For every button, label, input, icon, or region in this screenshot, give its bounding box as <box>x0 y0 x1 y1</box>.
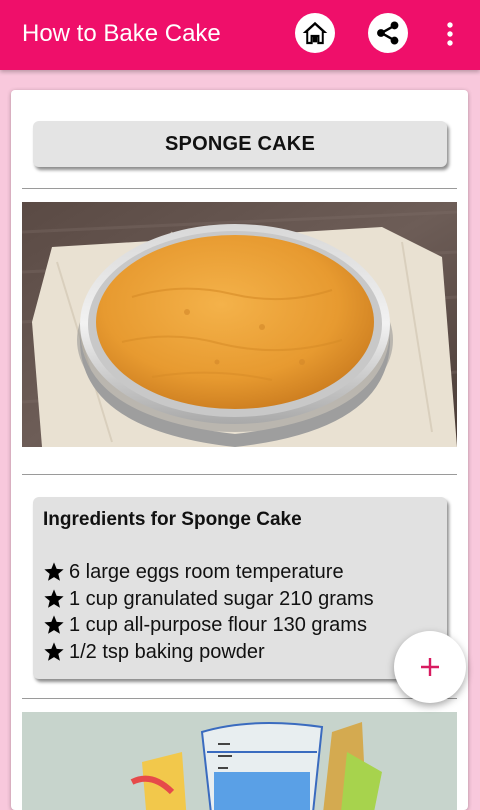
recipe-card: SPONGE CAKE Ingredients for Sponge Cake … <box>11 90 468 810</box>
ingredients-list: 6 large eggs room temperature 1 cup gran… <box>43 559 374 665</box>
add-button[interactable] <box>394 631 466 703</box>
sponge-cake-image <box>22 202 457 447</box>
recipe-title-box: SPONGE CAKE <box>33 121 447 167</box>
share-button[interactable] <box>368 13 408 53</box>
ingredient-text: 1 cup all-purpose flour 130 grams <box>69 614 367 636</box>
divider <box>22 474 457 475</box>
more-vert-icon <box>447 22 453 46</box>
ingredient-item: 1/2 tsp baking powder <box>43 639 374 666</box>
recipe-title: SPONGE CAKE <box>164 132 315 155</box>
home-icon <box>302 21 328 45</box>
divider <box>22 698 457 699</box>
plus-icon <box>421 658 439 676</box>
ingredients-heading: Ingredients for Sponge Cake <box>43 509 302 530</box>
star-icon <box>44 589 64 608</box>
ingredient-item: 6 large eggs room temperature <box>43 559 374 586</box>
app-bar: How to Bake Cake <box>0 0 480 70</box>
star-icon <box>44 615 64 635</box>
divider <box>22 188 457 189</box>
share-icon <box>377 21 399 45</box>
measuring-cup-image <box>22 712 457 810</box>
ingredient-text: 1 cup granulated sugar 210 grams <box>69 587 374 610</box>
star-icon <box>44 642 64 661</box>
ingredients-box: Ingredients for Sponge Cake 6 large eggs… <box>33 497 447 679</box>
star-icon <box>44 562 64 582</box>
ingredient-text: 6 large eggs room temperature <box>69 561 344 583</box>
app-title: How to Bake Cake <box>22 20 221 47</box>
ingredient-text: 1/2 tsp baking powder <box>69 640 265 663</box>
more-options-button[interactable] <box>438 14 462 54</box>
ingredient-item: 1 cup granulated sugar 210 grams <box>43 586 374 613</box>
home-button[interactable] <box>295 13 335 53</box>
ingredient-item: 1 cup all-purpose flour 130 grams <box>43 612 374 639</box>
